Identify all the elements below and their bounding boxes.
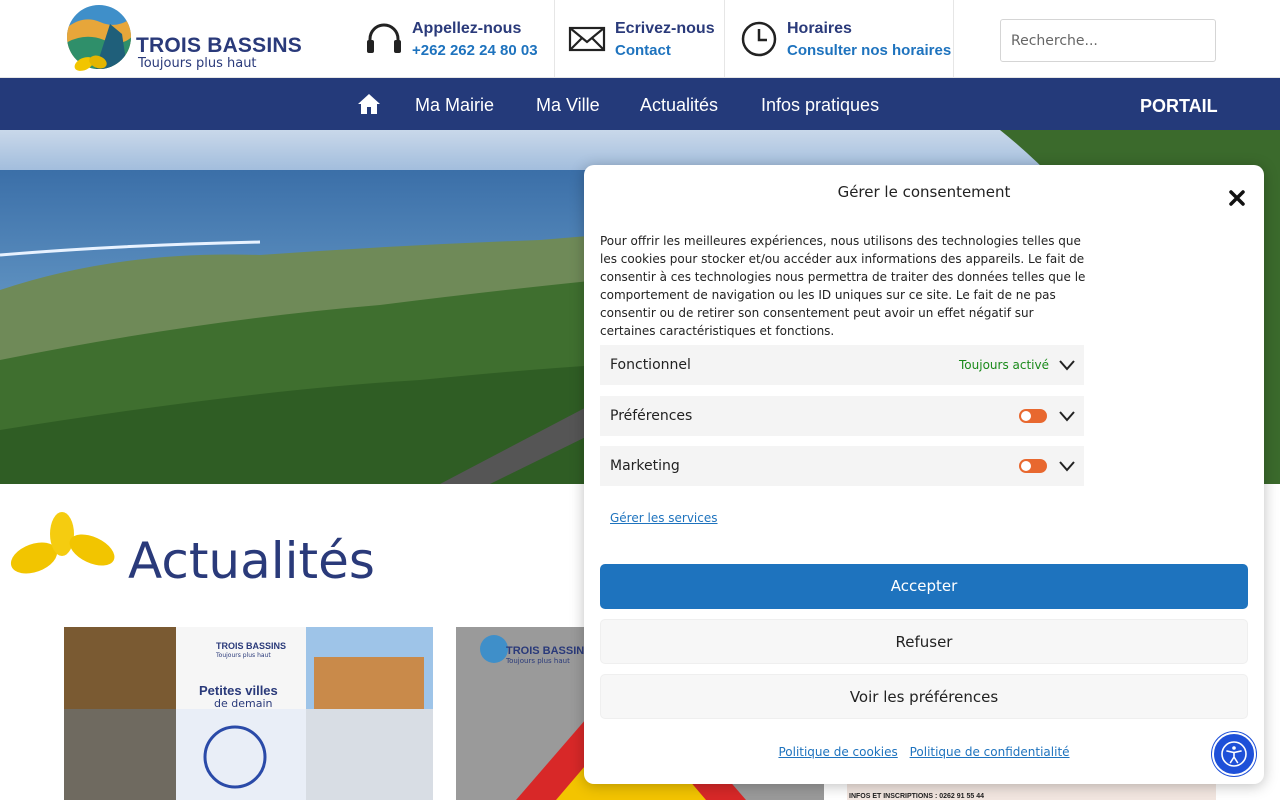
privacy-policy-link[interactable]: Politique de confidentialité	[910, 745, 1070, 759]
contact-phone-title: Appellez-nous	[412, 19, 522, 37]
chevron-down-icon[interactable]	[1058, 408, 1076, 424]
envelope-icon	[567, 19, 607, 59]
preferences-toggle[interactable]	[1019, 409, 1047, 423]
consent-category-fonctionnel[interactable]: Fonctionnel Toujours activé	[600, 345, 1084, 385]
logo-tagline: Toujours plus haut	[138, 56, 257, 71]
contact-email-title: Ecrivez-nous	[615, 19, 715, 37]
card1-brand: TROIS BASSINS	[216, 641, 287, 651]
header-divider	[554, 0, 555, 78]
news-card[interactable]: TROIS BASSINS Toujours plus haut Petites…	[64, 627, 433, 800]
site-header: TROIS BASSINS Toujours plus haut Appelle…	[0, 0, 1280, 78]
headset-icon	[364, 19, 404, 59]
contact-email-value[interactable]: Contact	[615, 42, 715, 59]
refuse-button[interactable]: Refuser	[600, 619, 1248, 664]
chevron-down-icon[interactable]	[1058, 357, 1076, 373]
contact-hours-value[interactable]: Consulter nos horaires	[787, 42, 951, 59]
leaf-decoration-icon	[10, 512, 115, 574]
site-logo[interactable]: TROIS BASSINS Toujours plus haut	[64, 4, 314, 74]
consent-title: Gérer le consentement	[837, 183, 1011, 201]
consent-category-preferences[interactable]: Préférences	[600, 396, 1084, 436]
nav-item-actualites[interactable]: Actualités	[640, 78, 718, 130]
cookie-policy-link[interactable]: Politique de cookies	[778, 745, 897, 759]
card2-brand-tagline: Toujours plus haut	[506, 657, 570, 665]
section-title: Actualités	[128, 532, 375, 590]
contact-phone[interactable]: Appellez-nous +262 262 24 80 03	[364, 0, 538, 78]
logo-name: TROIS BASSINS	[136, 34, 302, 57]
close-icon[interactable]	[1227, 188, 1247, 208]
accessibility-button[interactable]	[1212, 732, 1256, 776]
header-divider	[953, 0, 954, 78]
clock-icon	[739, 19, 779, 59]
logo-mark-icon	[67, 5, 131, 71]
contact-phone-value[interactable]: +262 262 24 80 03	[412, 42, 538, 59]
view-preferences-button[interactable]: Voir les préférences	[600, 674, 1248, 719]
portail-link[interactable]: PORTAIL	[1140, 78, 1218, 130]
search-input[interactable]	[1000, 19, 1216, 62]
contact-hours[interactable]: Horaires Consulter nos horaires	[739, 0, 951, 78]
card1-brand-tagline: Toujours plus haut	[216, 652, 271, 659]
card3-info: INFOS ET INSCRIPTIONS : 0262 91 55 44	[849, 793, 984, 800]
consent-category-marketing[interactable]: Marketing	[600, 446, 1084, 486]
contact-email[interactable]: Ecrivez-nous Contact	[567, 0, 715, 78]
always-active-status: Toujours activé	[959, 358, 1049, 372]
card2-brand: TROIS BASSINS	[506, 645, 592, 657]
consent-modal: Gérer le consentement Pour offrir les me…	[584, 165, 1264, 784]
card1-line2: de demain	[214, 697, 273, 710]
home-icon[interactable]	[357, 92, 381, 116]
nav-item-ma-mairie[interactable]: Ma Mairie	[415, 78, 494, 130]
marketing-toggle[interactable]	[1019, 459, 1047, 473]
accessibility-icon	[1221, 741, 1247, 767]
contact-hours-title: Horaires	[787, 19, 852, 37]
category-label: Préférences	[610, 408, 693, 424]
consent-text: Pour offrir les meilleures expériences, …	[600, 234, 1086, 338]
nav-item-ma-ville[interactable]: Ma Ville	[536, 78, 600, 130]
card1-line1: Petites villes	[199, 683, 278, 698]
category-label: Marketing	[610, 458, 680, 474]
accept-button[interactable]: Accepter	[600, 564, 1248, 609]
policy-links: Politique de cookies Politique de confid…	[584, 745, 1264, 759]
chevron-down-icon[interactable]	[1058, 458, 1076, 474]
category-label: Fonctionnel	[610, 357, 691, 373]
main-nav: Ma Mairie Ma Ville Actualités Infos prat…	[0, 78, 1280, 130]
manage-services-link[interactable]: Gérer les services	[610, 511, 718, 525]
nav-item-infos-pratiques[interactable]: Infos pratiques	[761, 78, 879, 130]
header-divider	[724, 0, 725, 78]
